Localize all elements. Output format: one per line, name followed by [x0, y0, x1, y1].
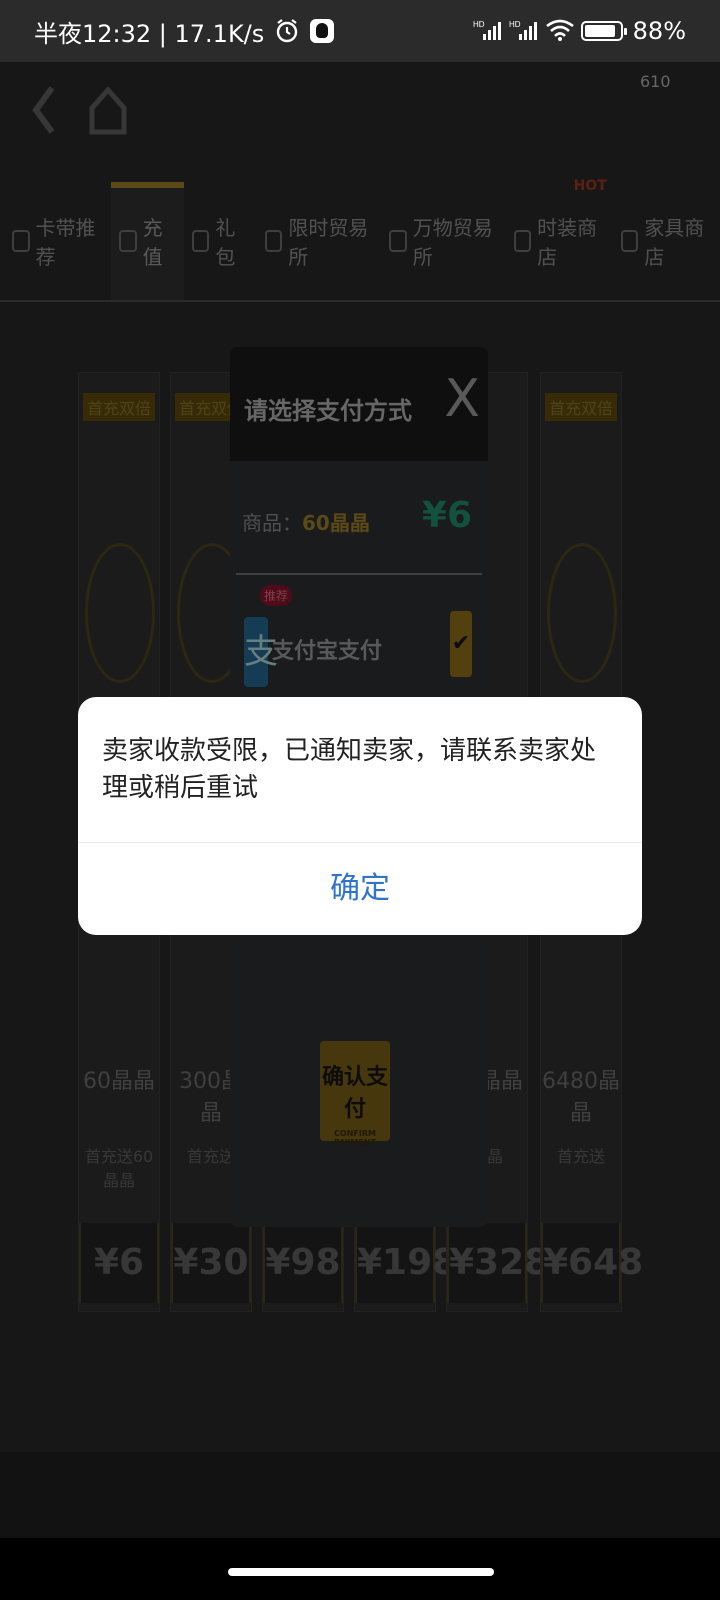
signal-hd-icon: HD	[473, 18, 501, 44]
navigation-bar	[0, 1538, 720, 1600]
signal-hd-icon-2: HD	[509, 18, 537, 44]
status-bar: 半夜12:32 | 17.1K/s HD HD 88%	[0, 0, 720, 62]
status-time: 半夜12:32 | 17.1K/s	[34, 19, 265, 48]
alarm-icon	[274, 18, 300, 44]
dialog-message: 卖家收款受限，已通知卖家，请联系卖家处理或稍后重试	[102, 736, 597, 803]
svg-text:HD: HD	[473, 20, 485, 29]
home-indicator[interactable]	[228, 1568, 494, 1576]
ok-button[interactable]: 确定	[78, 843, 642, 935]
svg-text:HD: HD	[509, 20, 521, 29]
battery-percent: 88%	[632, 17, 686, 45]
qq-icon	[310, 19, 335, 43]
alert-dialog: 卖家收款受限，已通知卖家，请联系卖家处理或稍后重试 确定	[78, 697, 642, 935]
battery-icon	[580, 21, 627, 41]
wifi-icon	[545, 18, 574, 44]
